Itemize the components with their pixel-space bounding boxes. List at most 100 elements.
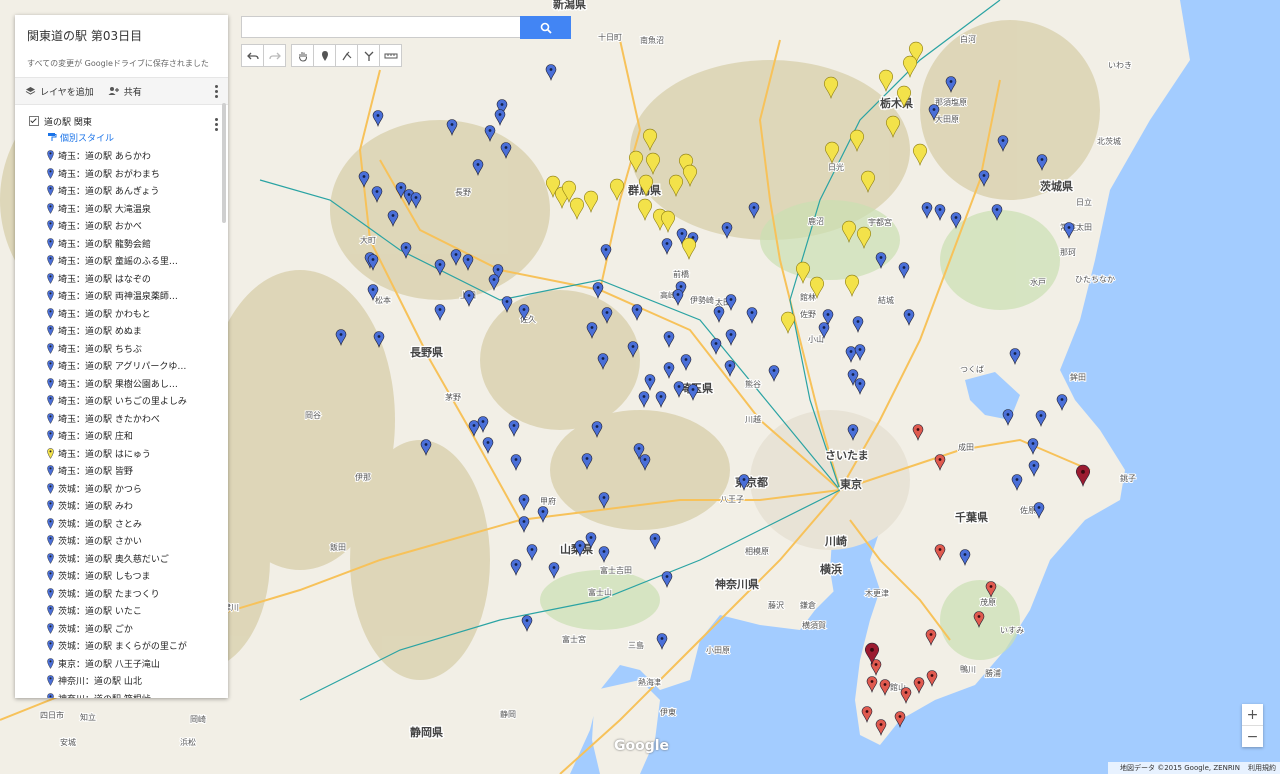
marker-icon	[47, 430, 54, 442]
search-icon	[540, 22, 552, 34]
layer-name[interactable]: 道の駅 関東	[44, 115, 92, 128]
marker-icon	[47, 395, 54, 407]
list-item-label: 茨城：道の駅 奥久慈だいご	[58, 554, 169, 565]
list-item[interactable]: 埼玉：道の駅 いちごの里よしみ	[15, 392, 228, 410]
marker-icon	[47, 465, 54, 477]
marker-icon	[47, 237, 54, 249]
list-item-label: 埼玉：道の駅 かわもと	[58, 309, 151, 320]
list-item[interactable]: 茨城：道の駅 さかい	[15, 532, 228, 550]
list-item[interactable]: 埼玉：道の駅 龍勢会館	[15, 235, 228, 253]
place-label: 東京	[840, 477, 862, 491]
list-item[interactable]: 埼玉：道の駅 かわもと	[15, 305, 228, 323]
list-item[interactable]: 茨城：道の駅 さとみ	[15, 515, 228, 533]
list-item[interactable]: 神奈川：道の駅 山北	[15, 672, 228, 690]
layer-menu-button[interactable]	[214, 117, 218, 132]
list-item[interactable]: 茨城：道の駅 かつら	[15, 480, 228, 498]
list-item[interactable]: 茨城：道の駅 まくらがの里こが	[15, 637, 228, 655]
place-label: 静岡	[500, 709, 516, 719]
place-label: 横須賀	[802, 620, 826, 630]
list-item-label: 埼玉：道の駅 皆野	[58, 467, 133, 478]
list-item-label: 東京：道の駅 八王子滝山	[58, 659, 160, 670]
map-title[interactable]: 関東道の駅 第03日目	[27, 27, 216, 44]
search-button[interactable]	[520, 16, 571, 39]
marker-icon	[47, 412, 54, 424]
marker-icon	[47, 290, 54, 302]
place-label: 新潟県	[553, 0, 586, 11]
map-data-credit: 地図データ ©2015 Google, ZENRIN	[1119, 764, 1240, 772]
place-label: 成田	[958, 442, 974, 452]
share-button[interactable]: 共有	[108, 85, 142, 98]
place-label: 小山	[808, 334, 824, 344]
list-item[interactable]: 茨城：道の駅 いたこ	[15, 602, 228, 620]
marker-icon	[47, 500, 54, 512]
place-label: 白河	[960, 34, 976, 44]
list-item[interactable]: 埼玉：道の駅 果樹公園あし…	[15, 375, 228, 393]
marker-icon	[47, 675, 54, 687]
place-label: 三島	[628, 640, 644, 650]
list-item[interactable]: 茨城：道の駅 たまつくり	[15, 585, 228, 603]
place-label: いわき	[1108, 61, 1132, 70]
place-label: 北茨城	[1097, 136, 1121, 146]
layer-style-link[interactable]: 個別スタイル	[15, 129, 228, 145]
place-label: 岡谷	[305, 411, 321, 420]
zoom-out-button[interactable]: −	[1242, 726, 1263, 747]
marker-icon	[47, 605, 54, 617]
place-label: 千葉	[955, 510, 978, 524]
add-layer-button[interactable]: レイヤを追加	[25, 85, 94, 98]
list-item[interactable]: 埼玉：道の駅 はにゅう	[15, 445, 228, 463]
list-item[interactable]: 埼玉：道の駅 ちちぶ	[15, 340, 228, 358]
draw-line-button[interactable]	[335, 44, 358, 67]
list-item[interactable]: 埼玉：道の駅 おがわまち	[15, 165, 228, 183]
place-label: 勝浦	[985, 668, 1001, 678]
terms-link[interactable]: 利用規約	[1248, 763, 1276, 773]
list-item[interactable]: 埼玉：道の駅 大滝温泉	[15, 200, 228, 218]
list-item[interactable]: 埼玉：道の駅 両神温泉薬師…	[15, 287, 228, 305]
list-item[interactable]: 埼玉：道の駅 あらかわ	[15, 147, 228, 165]
place-label: 熊谷	[745, 379, 761, 389]
marker-icon	[47, 657, 54, 669]
place-label: 長野	[455, 188, 471, 197]
list-item[interactable]: 茨城：道の駅 みわ	[15, 497, 228, 515]
search-input[interactable]	[241, 16, 520, 38]
place-label: 茂原	[980, 597, 996, 607]
panel-menu-button[interactable]	[214, 84, 218, 99]
list-item-label: 神奈川：道の駅 山北	[58, 677, 142, 688]
place-list: 埼玉：道の駅 あらかわ 埼玉：道の駅 おがわまち 埼玉：道の駅 あんぎょう 埼玉：道の…	[15, 147, 228, 698]
list-item[interactable]: 東京：道の駅 八王子滝山	[15, 655, 228, 673]
panel-scrollbar[interactable]	[222, 103, 226, 223]
list-item[interactable]: 埼玉：道の駅 はなぞの	[15, 270, 228, 288]
measure-button[interactable]	[379, 44, 402, 67]
list-item[interactable]: 埼玉：道の駅 庄和	[15, 427, 228, 445]
undo-button[interactable]	[241, 44, 264, 67]
list-item-label: 埼玉：道の駅 龍勢会館	[58, 239, 151, 250]
place-label: 四日市	[40, 710, 64, 720]
place-label: 茨城県	[1040, 179, 1073, 193]
list-item[interactable]: 神奈川：道の駅 箱根峠	[15, 690, 228, 698]
marker-icon	[47, 360, 54, 372]
place-label: 小田原	[706, 646, 730, 655]
list-item[interactable]: 埼玉：道の駅 童謡のふる里…	[15, 252, 228, 270]
list-item[interactable]: 埼玉：道の駅 めぬま	[15, 322, 228, 340]
add-layer-label: レイヤを追加	[40, 87, 94, 98]
hand-tool-button[interactable]	[291, 44, 314, 67]
list-item[interactable]: 埼玉：道の駅 きたかわべ	[15, 410, 228, 428]
layer-style-label: 個別スタイル	[60, 133, 115, 144]
list-item[interactable]: 茨城：道の駅 しもつま	[15, 567, 228, 585]
list-item[interactable]: 埼玉：道の駅 皆野	[15, 462, 228, 480]
google-logo: Google	[614, 738, 670, 754]
list-item[interactable]: 埼玉：道の駅 おかべ	[15, 217, 228, 235]
place-label: 神奈川県	[715, 577, 759, 591]
layer-visibility-checkbox[interactable]	[29, 116, 39, 126]
marker-icon	[47, 255, 54, 267]
place-label: つくば	[960, 365, 984, 374]
list-item[interactable]: 茨城：道の駅 奥久慈だいご	[15, 550, 228, 568]
directions-button[interactable]	[357, 44, 380, 67]
list-item[interactable]: 埼玉：道の駅 あんぎょう	[15, 182, 228, 200]
list-item[interactable]: 埼玉：道の駅 アグリパークゆ…	[15, 357, 228, 375]
marker-icon	[47, 570, 54, 582]
add-marker-button[interactable]	[313, 44, 336, 67]
redo-button[interactable]	[263, 44, 286, 67]
list-item[interactable]: 茨城：道の駅 ごか	[15, 620, 228, 638]
place-label: 鹿沼	[808, 216, 824, 226]
zoom-in-button[interactable]: +	[1242, 704, 1263, 726]
